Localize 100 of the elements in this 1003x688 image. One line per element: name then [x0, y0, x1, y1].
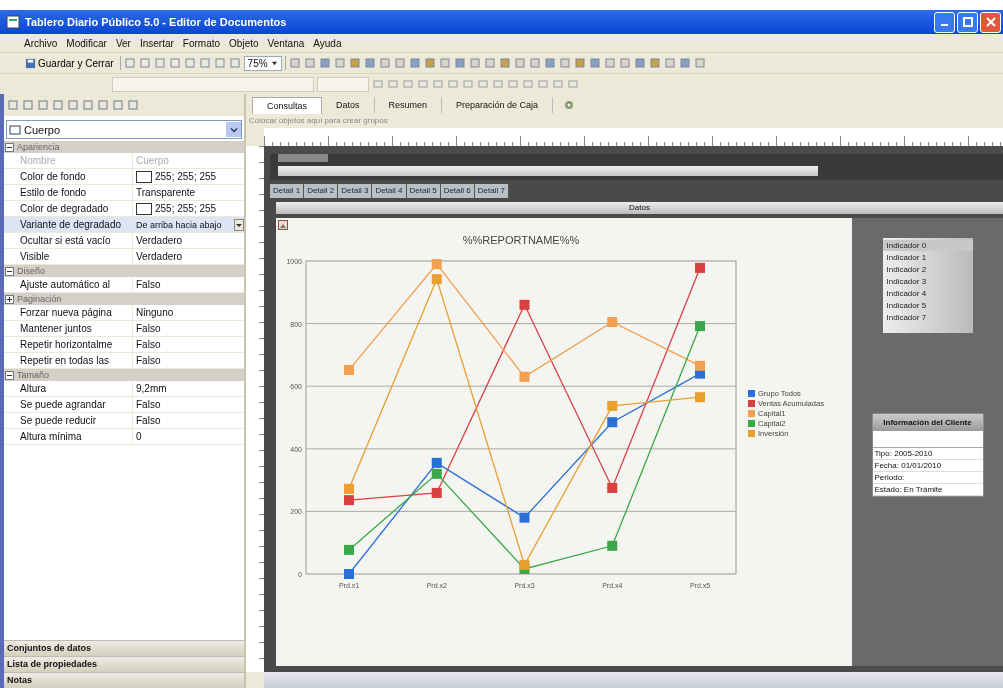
- format-icon[interactable]: [537, 78, 549, 90]
- indicator-item[interactable]: Indicador 0: [882, 240, 973, 251]
- format-icon[interactable]: [507, 78, 519, 90]
- toolbar-icon[interactable]: [543, 57, 556, 69]
- maximize-button[interactable]: [957, 11, 978, 33]
- detail-tab[interactable]: Detail 2: [304, 184, 339, 198]
- toolbar-icon[interactable]: [318, 57, 331, 69]
- panel-tool-icon[interactable]: [52, 99, 64, 111]
- font-dropdown[interactable]: [112, 76, 314, 92]
- toolbar-icon[interactable]: [618, 57, 631, 69]
- toolbar-icon[interactable]: [528, 57, 541, 69]
- indicator-item[interactable]: Indicador 4: [882, 288, 973, 299]
- toolbar-icon[interactable]: [213, 57, 226, 69]
- menu-item[interactable]: Ver: [115, 37, 131, 49]
- panel-tool-icon[interactable]: [97, 99, 109, 111]
- menu-item[interactable]: Formato: [182, 37, 221, 49]
- toolbar-icon[interactable]: [633, 57, 646, 69]
- object-dropdown[interactable]: Cuerpo: [6, 120, 242, 139]
- save-close-button[interactable]: Guardar y Cerrar: [22, 57, 117, 69]
- toolbar-icon[interactable]: [498, 57, 511, 69]
- panel-header[interactable]: Conjuntos de datos: [4, 640, 244, 656]
- panel-tool-icon[interactable]: [112, 99, 124, 111]
- toolbar-icon[interactable]: [288, 57, 301, 69]
- panel-header[interactable]: Lista de propiedades: [4, 656, 244, 672]
- toolbar-icon[interactable]: [393, 57, 406, 69]
- indicator-item[interactable]: Indicador 2: [882, 264, 973, 275]
- toolbar-icon[interactable]: [483, 57, 496, 69]
- size-dropdown[interactable]: [317, 76, 369, 92]
- toolbar-icon[interactable]: [168, 57, 181, 69]
- toolbar-icon[interactable]: [438, 57, 451, 69]
- collapse-icon[interactable]: [5, 142, 14, 152]
- document-tab[interactable]: Consultas: [252, 96, 323, 114]
- detail-tab[interactable]: Detail 1: [270, 184, 305, 198]
- detail-tab[interactable]: Detail 5: [406, 184, 441, 198]
- toolbar-icon[interactable]: [183, 57, 196, 69]
- category-header[interactable]: Tamaño: [4, 369, 244, 381]
- format-icon[interactable]: [387, 78, 399, 90]
- panel-tool-icon[interactable]: [67, 99, 79, 111]
- category-header[interactable]: Diseño: [4, 265, 244, 277]
- toolbar-icon[interactable]: [363, 57, 376, 69]
- toolbar-icon[interactable]: [303, 57, 316, 69]
- toolbar-icon[interactable]: [138, 57, 151, 69]
- zoom-dropdown[interactable]: 75%: [243, 55, 282, 71]
- menu-item[interactable]: Archivo: [24, 37, 58, 49]
- menu-item[interactable]: Insertar: [139, 37, 174, 49]
- format-icon[interactable]: [522, 78, 534, 90]
- detail-tab[interactable]: Detail 6: [440, 184, 475, 198]
- toolbar-icon[interactable]: [603, 57, 616, 69]
- toolbar-icon[interactable]: [348, 57, 361, 69]
- indicator-item[interactable]: Indicador 3: [882, 276, 973, 287]
- detail-tab[interactable]: Detail 3: [338, 184, 373, 198]
- panel-tool-icon[interactable]: [127, 99, 139, 111]
- category-header[interactable]: Paginación: [4, 293, 244, 305]
- panel-tool-icon[interactable]: [22, 99, 34, 111]
- expand-icon[interactable]: [5, 294, 14, 304]
- document-tab[interactable]: Preparación de Caja: [442, 97, 554, 113]
- format-icon[interactable]: [432, 78, 444, 90]
- toolbar-icon[interactable]: [153, 57, 166, 69]
- menu-item[interactable]: Objeto: [229, 37, 259, 49]
- toolbar-icon[interactable]: [588, 57, 601, 69]
- format-icon[interactable]: [567, 78, 579, 90]
- collapse-icon[interactable]: [5, 266, 14, 276]
- indicator-item[interactable]: Indicador 5: [882, 300, 973, 311]
- document-tab[interactable]: Datos: [322, 97, 375, 113]
- panel-header[interactable]: Notas: [4, 672, 244, 688]
- toolbar-icon[interactable]: [663, 57, 676, 69]
- horizontal-scrollbar[interactable]: [264, 672, 1003, 688]
- format-icon[interactable]: [462, 78, 474, 90]
- format-icon[interactable]: [447, 78, 459, 90]
- toolbar-icon[interactable]: [408, 57, 421, 69]
- toolbar-icon[interactable]: [198, 57, 211, 69]
- format-icon[interactable]: [372, 78, 384, 90]
- toolbar-icon[interactable]: [558, 57, 571, 69]
- collapse-icon[interactable]: [5, 370, 14, 380]
- toolbar-icon[interactable]: [468, 57, 481, 69]
- menu-item[interactable]: Modificar: [66, 37, 107, 49]
- menu-item[interactable]: Ayuda: [313, 37, 342, 49]
- toolbar-icon[interactable]: [333, 57, 346, 69]
- format-icon[interactable]: [417, 78, 429, 90]
- minimize-button[interactable]: [934, 11, 955, 33]
- panel-tool-icon[interactable]: [7, 99, 19, 111]
- indicator-item[interactable]: Indicador 1: [882, 252, 973, 263]
- toolbar-icon[interactable]: [123, 57, 136, 69]
- format-icon[interactable]: [552, 78, 564, 90]
- indicator-item[interactable]: Indicador 7: [882, 312, 973, 323]
- detail-tab[interactable]: Detail 7: [474, 184, 509, 198]
- toolbar-icon[interactable]: [648, 57, 661, 69]
- toolbar-icon[interactable]: [693, 57, 706, 69]
- format-icon[interactable]: [402, 78, 414, 90]
- format-icon[interactable]: [492, 78, 504, 90]
- toolbar-icon[interactable]: [453, 57, 466, 69]
- toolbar-icon[interactable]: [378, 57, 391, 69]
- panel-tool-icon[interactable]: [82, 99, 94, 111]
- format-icon[interactable]: [477, 78, 489, 90]
- toolbar-icon[interactable]: [678, 57, 691, 69]
- panel-tool-icon[interactable]: [37, 99, 49, 111]
- menu-item[interactable]: Ventana: [267, 37, 305, 49]
- toolbar-icon[interactable]: [423, 57, 436, 69]
- document-tab[interactable]: Resumen: [374, 97, 443, 113]
- toolbar-icon[interactable]: [228, 57, 241, 69]
